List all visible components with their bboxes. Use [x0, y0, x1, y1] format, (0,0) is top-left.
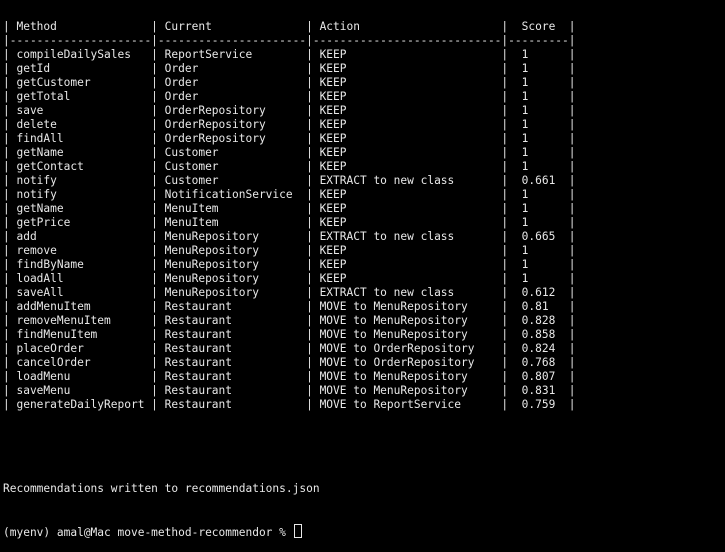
cursor: [293, 524, 302, 538]
table-header-line: | Method | Current | Action | Score |: [3, 20, 576, 33]
table-row: | saveAll | MenuRepository | EXTRACT to …: [3, 286, 576, 299]
table-row: | findByName | MenuRepository | KEEP | 1…: [3, 258, 576, 271]
table-row: | notify | Customer | EXTRACT to new cla…: [3, 174, 576, 187]
table-row: | removeMenuItem | Restaurant | MOVE to …: [3, 314, 576, 327]
table-row: | getContact | Customer | KEEP | 1 |: [3, 160, 576, 173]
table-row: | getName | Customer | KEEP | 1 |: [3, 146, 576, 159]
table-header-line: |---------------------|-----------------…: [3, 34, 576, 47]
table-row: | getName | MenuItem | KEEP | 1 |: [3, 202, 576, 215]
table-row: | findMenuItem | Restaurant | MOVE to Me…: [3, 328, 576, 341]
terminal-window[interactable]: | Method | Current | Action | Score | |--…: [0, 0, 725, 539]
table-row: | getTotal | Order | KEEP | 1 |: [3, 90, 576, 103]
table-row: | remove | MenuRepository | KEEP | 1 |: [3, 244, 576, 257]
table-row: | getId | Order | KEEP | 1 |: [3, 62, 576, 75]
table-row: | addMenuItem | Restaurant | MOVE to Men…: [3, 300, 576, 313]
table-row: | generateDailyReport | Restaurant | MOV…: [3, 398, 576, 411]
table-row: | getPrice | MenuItem | KEEP | 1 |: [3, 216, 576, 229]
table-row: | placeOrder | Restaurant | MOVE to Orde…: [3, 342, 576, 355]
table-row: | notify | NotificationService | KEEP | …: [3, 188, 576, 201]
table-row: | compileDailySales | ReportService | KE…: [3, 48, 576, 61]
table-row: | loadAll | MenuRepository | KEEP | 1 |: [3, 272, 576, 285]
table-row: | findAll | OrderRepository | KEEP | 1 |: [3, 132, 576, 145]
table-row: | save | OrderRepository | KEEP | 1 |: [3, 104, 576, 117]
table-row: | cancelOrder | Restaurant | MOVE to Ord…: [3, 356, 576, 369]
table-row: | getCustomer | Order | KEEP | 1 |: [3, 76, 576, 89]
table-row: | loadMenu | Restaurant | MOVE to MenuRe…: [3, 370, 576, 383]
status-message: Recommendations written to recommendatio…: [3, 482, 320, 495]
table-row: | delete | OrderRepository | KEEP | 1 |: [3, 118, 576, 131]
table-row: | saveMenu | Restaurant | MOVE to MenuRe…: [3, 384, 576, 397]
command-prompt[interactable]: (myenv) amal@Mac move-method-recommendor…: [0, 524, 725, 539]
table-row: | add | MenuRepository | EXTRACT to new …: [3, 230, 576, 243]
prompt-text: (myenv) amal@Mac move-method-recommendor…: [3, 526, 293, 539]
table-output: | Method | Current | Action | Score | |--…: [0, 20, 725, 412]
